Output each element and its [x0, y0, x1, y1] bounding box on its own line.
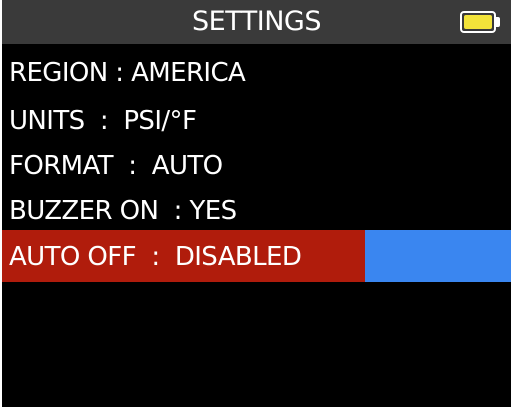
battery-terminal: [496, 17, 500, 27]
menu-item-buzzer[interactable]: BUZZER ON : YES: [2, 186, 511, 234]
battery-level: [464, 15, 492, 29]
battery-icon: [460, 11, 500, 33]
menu-item-label: REGION : AMERICA: [9, 58, 246, 88]
header-bar: SETTINGS: [2, 0, 511, 44]
menu-item-label: BUZZER ON : YES: [9, 196, 237, 226]
menu-item-auto-off[interactable]: AUTO OFF : DISABLED: [2, 230, 511, 282]
settings-list: REGION : AMERICA UNITS : PSI/°F FORMAT :…: [2, 44, 511, 407]
menu-item-label: AUTO OFF : DISABLED: [9, 242, 302, 272]
menu-item-region[interactable]: REGION : AMERICA: [2, 48, 511, 96]
menu-item-format[interactable]: FORMAT : AUTO: [2, 141, 511, 189]
menu-item-label: FORMAT : AUTO: [9, 151, 223, 181]
selection-value-area: [365, 230, 511, 282]
menu-item-units[interactable]: UNITS : PSI/°F: [2, 96, 511, 144]
settings-screen: SETTINGS REGION : AMERICA UNITS : PSI/°F…: [0, 0, 511, 410]
page-title: SETTINGS: [192, 6, 321, 37]
menu-item-label: UNITS : PSI/°F: [9, 106, 197, 136]
